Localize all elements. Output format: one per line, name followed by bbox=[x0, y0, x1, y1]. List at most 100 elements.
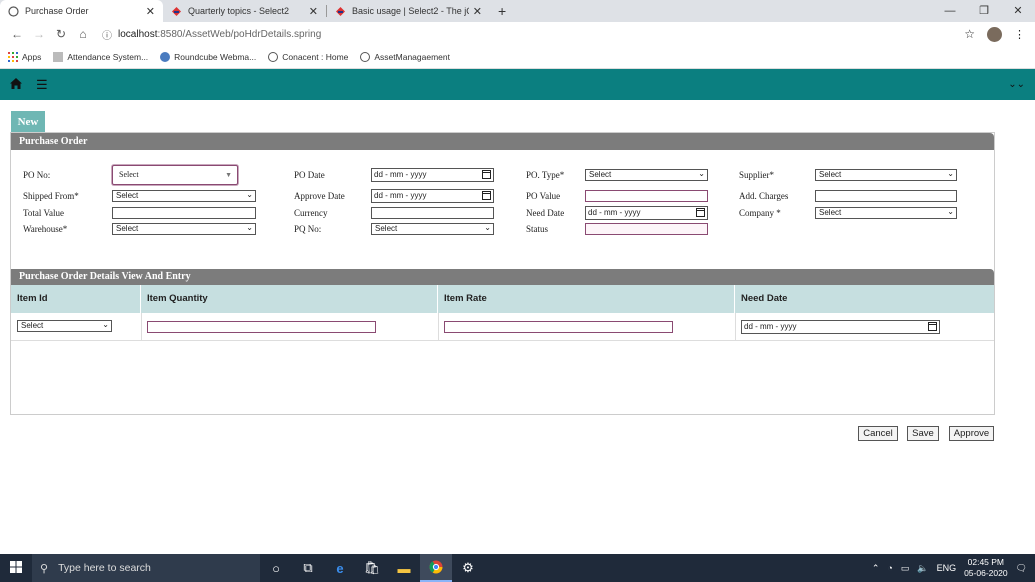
chrome-icon[interactable] bbox=[420, 554, 452, 582]
shipped-from-label: Shipped From* bbox=[23, 191, 79, 201]
bookmark-conacent[interactable]: Conacent : Home bbox=[268, 52, 348, 62]
windows-taskbar: ⚲ Type here to search ○ ⧉ e 🛍 ▬ ⚙ ⌃ ◔ ▭ … bbox=[0, 554, 1035, 582]
bookmark-label: Apps bbox=[22, 52, 42, 62]
store-icon[interactable]: 🛍 bbox=[356, 554, 388, 582]
settings-gear-icon[interactable]: ⚙ bbox=[452, 554, 484, 582]
avatar[interactable] bbox=[987, 26, 1002, 42]
supplier-label: Supplier* bbox=[739, 170, 774, 180]
item-rate-input[interactable] bbox=[444, 321, 673, 333]
bookmark-roundcube[interactable]: Roundcube Webma... bbox=[160, 52, 256, 62]
cell-divider bbox=[141, 313, 142, 341]
approve-date-input[interactable]: dd - mm - yyyy bbox=[371, 189, 494, 203]
chevron-down-icon: ⌄ bbox=[246, 190, 253, 199]
file-explorer-icon[interactable]: ▬ bbox=[388, 554, 420, 582]
calendar-icon[interactable] bbox=[482, 170, 491, 179]
app-navbar: ☰ ⌄⌄ bbox=[0, 69, 1035, 100]
row-need-date-value: dd - mm - yyyy bbox=[744, 322, 797, 331]
browser-tab-strip: Purchase Order ✕ Quarterly topics - Sele… bbox=[0, 0, 1035, 22]
po-value-input[interactable] bbox=[585, 190, 708, 202]
warehouse-select[interactable]: Select ⌄ bbox=[112, 223, 256, 235]
tab-title: Quarterly topics - Select2 bbox=[188, 6, 290, 16]
globe-icon bbox=[360, 52, 371, 62]
status-input[interactable] bbox=[585, 223, 708, 235]
close-icon[interactable]: ✕ bbox=[146, 5, 155, 18]
shipped-from-select[interactable]: Select ⌄ bbox=[112, 190, 256, 202]
item-quantity-input[interactable] bbox=[147, 321, 376, 333]
calendar-icon[interactable] bbox=[928, 322, 937, 331]
main-content: New Purchase Order PO No: Select ▼ PO Dat… bbox=[0, 100, 1035, 554]
need-date-input[interactable]: dd - mm - yyyy bbox=[585, 206, 708, 220]
attendance-icon bbox=[53, 52, 64, 62]
company-label: Company * bbox=[739, 208, 781, 218]
minimize-icon[interactable]: — bbox=[933, 0, 967, 22]
po-type-select[interactable]: Select ⌄ bbox=[585, 169, 708, 181]
new-tab-button[interactable]: + bbox=[498, 3, 506, 19]
tab-new[interactable]: New bbox=[11, 111, 45, 132]
pq-no-label: PQ No: bbox=[294, 224, 322, 234]
bookmark-label: Conacent : Home bbox=[282, 52, 349, 62]
status-label: Status bbox=[526, 224, 549, 234]
tab-title: Basic usage | Select2 - The jQuery bbox=[352, 6, 469, 16]
task-view-icon[interactable]: ⧉ bbox=[292, 554, 324, 582]
po-no-select[interactable]: Select ▼ bbox=[112, 165, 238, 185]
approve-button[interactable]: Approve bbox=[949, 426, 994, 441]
network-icon[interactable]: ◔ bbox=[887, 563, 892, 573]
browser-tab-basic-usage[interactable]: Basic usage | Select2 - The jQuery ✕ bbox=[327, 0, 490, 22]
approve-date-label: Approve Date bbox=[294, 191, 345, 201]
url-field[interactable]: ⓘ localhost:8580/AssetWeb/poHdrDetails.s… bbox=[102, 27, 964, 42]
kebab-menu-icon[interactable]: ⋮ bbox=[1014, 28, 1025, 41]
chevron-up-icon[interactable]: ⌃ bbox=[872, 563, 880, 574]
row-need-date-input[interactable]: dd - mm - yyyy bbox=[741, 320, 940, 334]
supplier-select[interactable]: Select ⌄ bbox=[815, 169, 957, 181]
hamburger-menu-icon[interactable]: ☰ bbox=[36, 77, 48, 93]
back-icon[interactable]: ← bbox=[6, 27, 28, 41]
bookmark-assetmanagement[interactable]: AssetManagaement bbox=[360, 52, 450, 62]
pq-no-select[interactable]: Select ⌄ bbox=[371, 223, 494, 235]
star-icon[interactable]: ☆ bbox=[964, 27, 975, 41]
volume-icon[interactable]: 🔈 bbox=[917, 563, 928, 574]
info-icon[interactable]: ⓘ bbox=[102, 27, 112, 42]
calendar-icon[interactable] bbox=[696, 208, 705, 217]
taskbar-search-field[interactable]: ⚲ Type here to search bbox=[32, 554, 260, 582]
cancel-button[interactable]: Cancel bbox=[858, 426, 898, 441]
clock-time: 02:45 PM bbox=[967, 557, 1005, 567]
panel-title: Purchase Order bbox=[11, 133, 994, 150]
item-id-select[interactable]: Select ⌄ bbox=[17, 320, 112, 332]
battery-icon[interactable]: ▭ bbox=[901, 563, 910, 574]
po-date-input[interactable]: dd - mm - yyyy bbox=[371, 168, 494, 182]
bookmark-apps[interactable]: Apps bbox=[8, 52, 41, 62]
cortana-icon[interactable]: ○ bbox=[260, 554, 292, 582]
add-charges-input[interactable] bbox=[815, 190, 957, 202]
double-chevron-down-icon[interactable]: ⌄⌄ bbox=[1008, 79, 1025, 90]
maximize-icon[interactable]: ❐ bbox=[967, 0, 1001, 22]
windows-start-icon[interactable] bbox=[0, 560, 32, 576]
bookmark-attendance[interactable]: Attendance System... bbox=[53, 52, 148, 62]
window-controls: — ❐ ✕ bbox=[933, 0, 1035, 22]
forward-icon[interactable]: → bbox=[28, 27, 50, 41]
item-id-value: Select bbox=[21, 321, 44, 330]
browser-tab-purchase-order[interactable]: Purchase Order ✕ bbox=[0, 0, 163, 22]
close-window-icon[interactable]: ✕ bbox=[1001, 0, 1035, 22]
need-date-label: Need Date bbox=[526, 208, 565, 218]
globe-icon bbox=[268, 52, 279, 62]
home-icon[interactable] bbox=[10, 77, 22, 92]
cell-divider bbox=[735, 313, 736, 341]
select2-logo-icon bbox=[171, 6, 182, 17]
taskbar-clock[interactable]: 02:45 PM 05-06-2020 bbox=[964, 557, 1007, 579]
currency-input[interactable] bbox=[371, 207, 494, 219]
language-indicator[interactable]: ENG bbox=[937, 563, 957, 573]
browser-tab-quarterly-topics[interactable]: Quarterly topics - Select2 ✕ bbox=[163, 0, 326, 22]
close-icon[interactable]: ✕ bbox=[309, 5, 318, 18]
home-icon[interactable]: ⌂ bbox=[72, 27, 94, 41]
save-button[interactable]: Save bbox=[907, 426, 939, 441]
edge-icon[interactable]: e bbox=[324, 554, 356, 582]
company-select[interactable]: Select ⌄ bbox=[815, 207, 957, 219]
reload-icon[interactable]: ↻ bbox=[50, 27, 72, 41]
close-icon[interactable]: ✕ bbox=[473, 5, 482, 18]
total-value-input[interactable] bbox=[112, 207, 256, 219]
search-placeholder: Type here to search bbox=[58, 562, 151, 574]
po-date-label: PO Date bbox=[294, 170, 325, 180]
cell-divider bbox=[438, 313, 439, 341]
calendar-icon[interactable] bbox=[482, 191, 491, 200]
notifications-icon[interactable]: 🗨 bbox=[1016, 563, 1027, 574]
